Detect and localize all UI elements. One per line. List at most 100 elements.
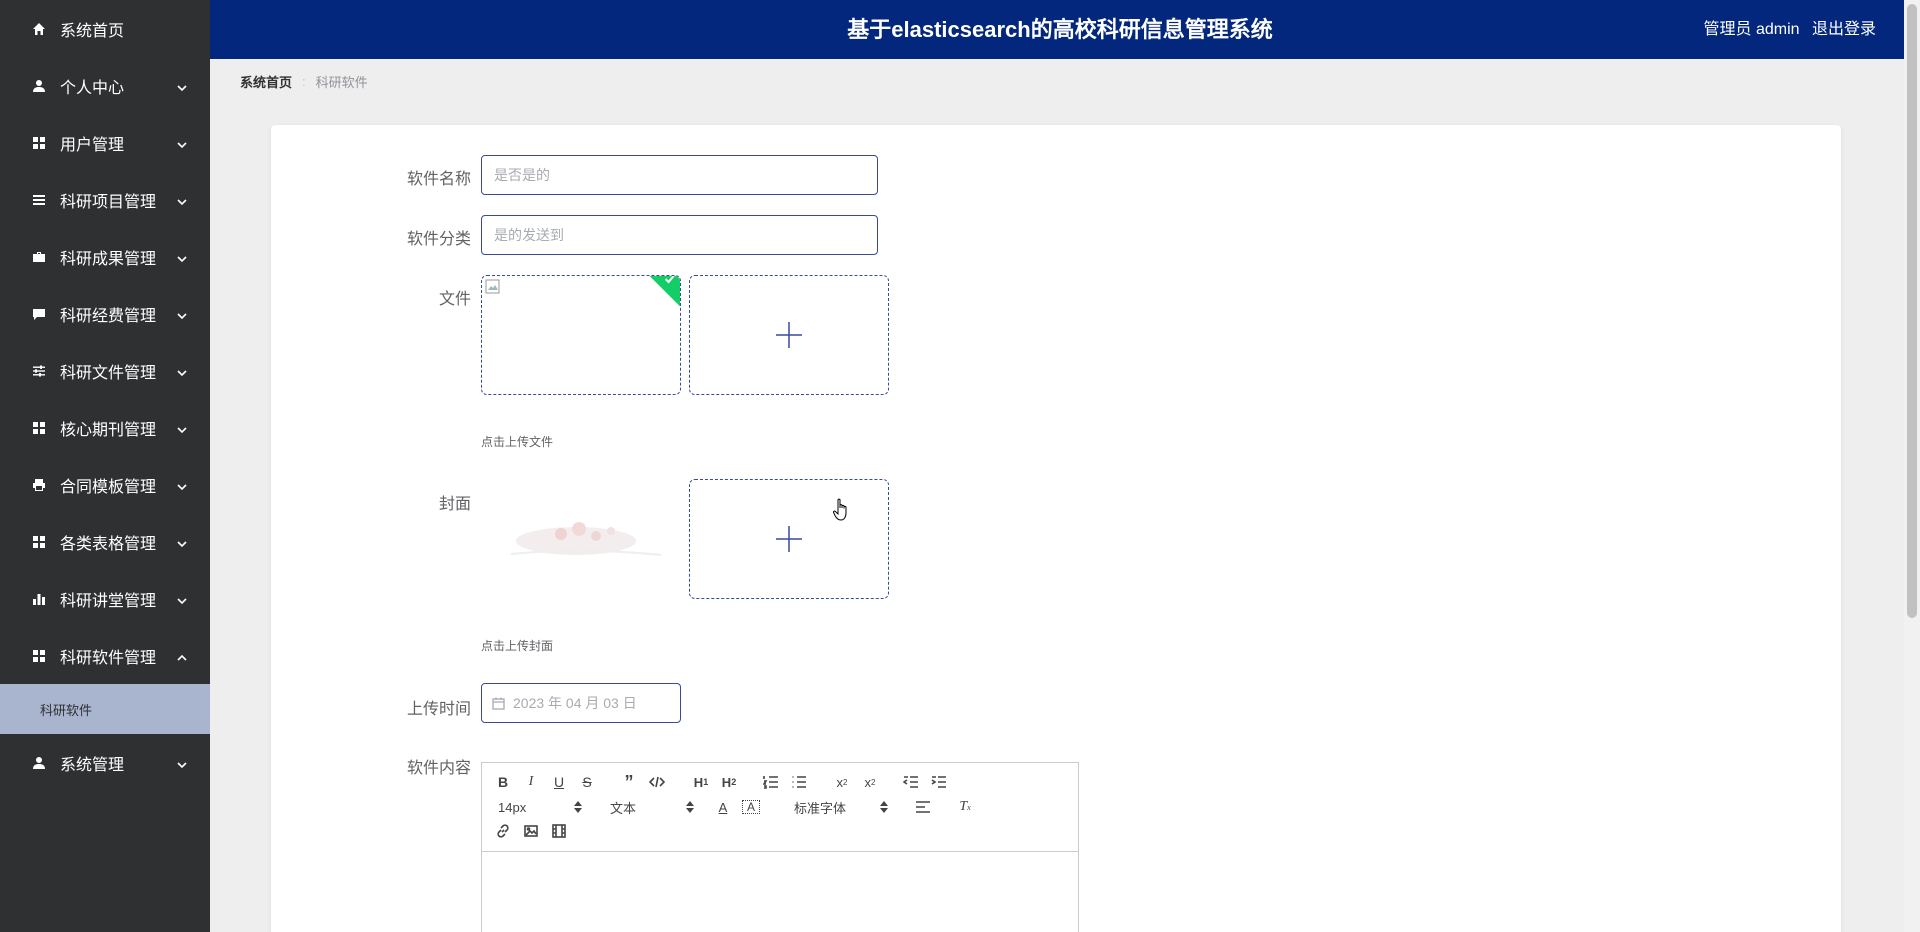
- breadcrumb-home[interactable]: 系统首页: [240, 72, 292, 91]
- subscript-icon[interactable]: x2: [832, 773, 852, 791]
- sidebar-subitem-software[interactable]: 科研软件: [0, 684, 210, 734]
- upload-time-picker[interactable]: 2023 年 04 月 03 日: [481, 683, 681, 723]
- sidebar-item-tables[interactable]: 各类表格管理: [0, 513, 210, 570]
- software-category-input[interactable]: [481, 215, 878, 255]
- grid-icon: [32, 535, 46, 549]
- sidebar-item-label: 科研项目管理: [60, 193, 157, 211]
- sidebar-item-label: 科研讲堂管理: [60, 592, 157, 610]
- outdent-icon[interactable]: [902, 773, 920, 791]
- link-icon[interactable]: [494, 822, 512, 840]
- form-card: 软件名称 软件分类 文件 点击上传文件 封面 点击上传封: [271, 125, 1841, 932]
- sidebar-item-files[interactable]: 科研文件管理: [0, 342, 210, 399]
- plus-icon: [775, 321, 803, 349]
- list-icon: [32, 193, 46, 207]
- editor-content-area[interactable]: [482, 852, 1078, 932]
- logout-link[interactable]: 退出登录: [1812, 21, 1876, 38]
- header2-icon[interactable]: H2: [718, 773, 740, 791]
- ordered-list-icon[interactable]: [762, 773, 780, 791]
- chevron-down-icon: [177, 365, 187, 376]
- check-icon: [664, 276, 675, 284]
- font-size-value: 14px: [498, 799, 527, 815]
- header1-icon[interactable]: H1: [690, 773, 712, 791]
- sidebar-item-profile[interactable]: 个人中心: [0, 57, 210, 114]
- software-name-label: 软件名称: [406, 171, 471, 188]
- sidebar-item-funds[interactable]: 科研经费管理: [0, 285, 210, 342]
- file-label: 文件: [438, 291, 471, 308]
- breadcrumb-separator: :: [302, 74, 306, 89]
- user-icon: [32, 756, 46, 770]
- header-picker[interactable]: 文本: [610, 798, 694, 816]
- breadcrumb-current: 科研软件: [315, 75, 368, 90]
- cover-upload-tip: 点击上传封面: [481, 639, 554, 653]
- sidebar-item-contracts[interactable]: 合同模板管理: [0, 456, 210, 513]
- sidebar-item-lectures[interactable]: 科研讲堂管理: [0, 570, 210, 627]
- code-block-icon[interactable]: [648, 773, 666, 791]
- cover-image-icon: [510, 522, 662, 556]
- blockquote-icon[interactable]: ”: [620, 772, 638, 792]
- image-icon[interactable]: [522, 822, 540, 840]
- sidebar-item-label: 核心期刊管理: [60, 421, 157, 439]
- chevron-down-icon: [177, 479, 187, 490]
- sidebar-item-users[interactable]: 用户管理: [0, 114, 210, 171]
- cover-label: 封面: [438, 496, 471, 513]
- home-icon: [32, 22, 46, 36]
- grid-icon: [32, 649, 46, 663]
- user-role-label: 管理员 admin: [1703, 21, 1800, 38]
- uploaded-file-thumbnail[interactable]: [481, 275, 681, 395]
- bullet-list-icon[interactable]: [790, 773, 808, 791]
- chevron-down-icon: [177, 137, 187, 148]
- sidebar-item-system[interactable]: 系统管理: [0, 734, 210, 791]
- font-size-picker[interactable]: 14px: [498, 798, 582, 816]
- file-upload-tip: 点击上传文件: [481, 435, 554, 449]
- sidebar-item-software[interactable]: 科研软件管理: [0, 627, 210, 684]
- font-family-value: 标准字体: [794, 800, 847, 816]
- broken-image-icon: [485, 279, 501, 295]
- superscript-icon[interactable]: x2: [860, 773, 880, 791]
- system-title: 基于elasticsearch的高校科研信息管理系统: [847, 17, 1273, 42]
- sidebar-item-label: 各类表格管理: [60, 535, 157, 553]
- align-icon[interactable]: [914, 798, 932, 816]
- italic-icon[interactable]: I: [522, 773, 540, 791]
- video-icon[interactable]: [550, 822, 568, 840]
- sidebar-item-projects[interactable]: 科研项目管理: [0, 171, 210, 228]
- calendar-icon: [492, 697, 505, 710]
- sidebar-item-label: 系统首页: [60, 22, 125, 40]
- header-picker-value: 文本: [610, 800, 637, 816]
- upload-success-badge: [641, 276, 680, 309]
- page-scrollbar[interactable]: [1904, 0, 1920, 932]
- upload-time-value: 2023 年 04 月 03 日: [513, 695, 637, 711]
- chevron-down-icon: [177, 80, 187, 91]
- sidebar-item-achievements[interactable]: 科研成果管理: [0, 228, 210, 285]
- underline-icon[interactable]: U: [550, 773, 568, 791]
- sidebar-item-home[interactable]: 系统首页: [0, 0, 210, 57]
- indent-icon[interactable]: [930, 773, 948, 791]
- background-color-icon[interactable]: A: [742, 800, 760, 814]
- cover-image-thumbnail[interactable]: [481, 479, 681, 599]
- sidebar-item-label: 个人中心: [60, 79, 125, 97]
- chevron-down-icon: [177, 308, 187, 319]
- clean-format-icon[interactable]: Tx: [956, 798, 974, 816]
- picker-arrows-icon: [686, 801, 694, 813]
- bold-icon[interactable]: B: [494, 773, 512, 791]
- software-name-input[interactable]: [481, 155, 878, 195]
- text-color-icon[interactable]: A: [714, 798, 732, 816]
- hand-pointer-icon: [832, 498, 851, 522]
- chevron-up-icon: [177, 650, 187, 661]
- strike-icon[interactable]: S: [578, 773, 596, 791]
- font-family-picker[interactable]: 标准字体: [794, 798, 888, 816]
- chevron-down-icon: [177, 194, 187, 205]
- chevron-down-icon: [177, 536, 187, 547]
- bar-chart-icon: [32, 592, 46, 606]
- sidebar-item-journals[interactable]: 核心期刊管理: [0, 399, 210, 456]
- sidebar-item-label: 系统管理: [60, 756, 125, 774]
- sidebar-item-label: 用户管理: [60, 136, 125, 154]
- scrollbar-thumb[interactable]: [1907, 4, 1917, 618]
- chevron-down-icon: [177, 757, 187, 768]
- cover-upload-button[interactable]: [689, 479, 889, 599]
- chevron-down-icon: [177, 422, 187, 433]
- plus-icon: [775, 525, 803, 553]
- sidebar-item-label: 科研成果管理: [60, 250, 157, 268]
- printer-icon: [32, 478, 46, 492]
- breadcrumb: 系统首页 : 科研软件: [240, 72, 368, 91]
- file-upload-button[interactable]: [689, 275, 889, 395]
